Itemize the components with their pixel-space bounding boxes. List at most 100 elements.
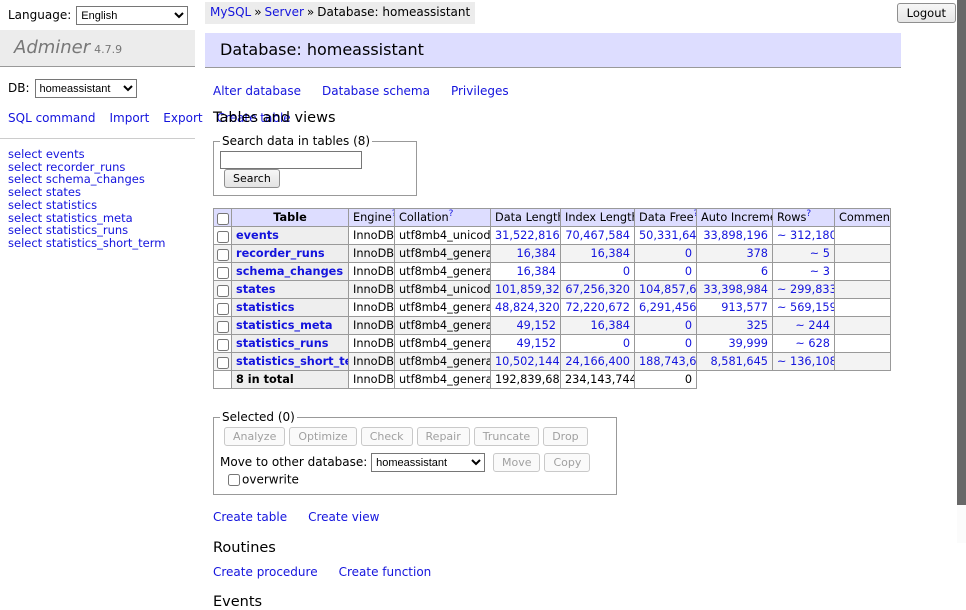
rows-link[interactable]: ~ 312,180 (777, 229, 835, 242)
sidebar-select-statistics-short-term-link[interactable]: select statistics_short_term (8, 237, 187, 250)
data-length-link[interactable]: 31,522,816 (495, 229, 560, 242)
data-length-link[interactable]: 16,384 (516, 247, 556, 260)
copy-button[interactable]: Copy (544, 453, 590, 472)
rows-link[interactable]: ~ 3 (810, 265, 830, 278)
search-fieldset: Search data in tables (8) Search (213, 134, 417, 196)
scrollbar-thumb[interactable] (957, 0, 966, 505)
breadcrumb-current: Database: homeassistant (317, 5, 470, 19)
database-schema-link[interactable]: Database schema (322, 84, 430, 98)
auto-increment-link[interactable]: 39,999 (728, 337, 768, 350)
search-button[interactable]: Search (224, 169, 280, 188)
drop-button[interactable]: Drop (543, 427, 587, 446)
move-db-select[interactable]: homeassistant (371, 453, 485, 472)
data-free-link[interactable]: 0 (685, 337, 692, 350)
data-free-cell: 104,857,600 (635, 281, 697, 299)
data-length-link[interactable]: 10,502,144 (495, 355, 560, 368)
db-select[interactable]: homeassistant (35, 79, 137, 98)
create-procedure-link[interactable]: Create procedure (213, 565, 318, 579)
breadcrumb-mysql-link[interactable]: MySQL (210, 5, 251, 19)
table-row: statistics_short_termInnoDButf8mb4_gener… (214, 353, 891, 371)
data-length-link[interactable]: 49,152 (516, 337, 556, 350)
data-length-link[interactable]: 48,824,320 (495, 301, 560, 314)
sidebar-select-events-link[interactable]: select events (8, 148, 187, 161)
help-icon[interactable]: ? (806, 209, 811, 219)
sidebar-sql-command-link[interactable]: SQL command (8, 111, 95, 125)
data-free-link[interactable]: 0 (685, 265, 692, 278)
truncate-button[interactable]: Truncate (474, 427, 539, 446)
table-name-link[interactable]: statistics_runs (236, 337, 328, 350)
move-button[interactable]: Move (493, 453, 541, 472)
create-view-link[interactable]: Create view (308, 510, 379, 524)
search-input[interactable] (220, 151, 362, 169)
row-checkbox[interactable] (217, 267, 229, 279)
row-checkbox[interactable] (217, 303, 229, 315)
rows-link[interactable]: ~ 628 (795, 337, 830, 350)
rows-link[interactable]: ~ 569,159 (777, 301, 835, 314)
table-name-link[interactable]: recorder_runs (236, 247, 325, 260)
data-free-link[interactable]: 0 (685, 319, 692, 332)
analyze-button[interactable]: Analyze (224, 427, 285, 446)
data-free-link[interactable]: 50,331,648 (639, 229, 697, 242)
sidebar-import-link[interactable]: Import (109, 111, 149, 125)
rows-link[interactable]: ~ 136,108 (777, 355, 835, 368)
data-free-link[interactable]: 6,291,456 (639, 301, 697, 314)
optimize-button[interactable]: Optimize (289, 427, 356, 446)
data-length-cell: 101,859,328 (491, 281, 561, 299)
db-label: DB: (8, 81, 30, 95)
auto-increment-link[interactable]: 378 (746, 247, 768, 260)
table-name-link[interactable]: statistics_meta (236, 319, 333, 332)
row-checkbox[interactable] (217, 339, 229, 351)
index-length-link[interactable]: 24,166,400 (565, 355, 630, 368)
data-free-link[interactable]: 104,857,600 (639, 283, 697, 296)
row-checkbox[interactable] (217, 285, 229, 297)
sidebar-export-link[interactable]: Export (163, 111, 202, 125)
overwrite-checkbox[interactable] (228, 474, 240, 486)
logout-button[interactable]: Logout (897, 3, 956, 23)
index-length-link[interactable]: 16,384 (590, 319, 630, 332)
table-name-link[interactable]: schema_changes (236, 265, 343, 278)
help-icon[interactable]: ? (449, 209, 454, 219)
row-checkbox[interactable] (217, 357, 229, 369)
data-length-link[interactable]: 101,859,328 (495, 283, 561, 296)
language-select[interactable]: English (76, 6, 188, 25)
sidebar-select-statistics-link[interactable]: select statistics (8, 199, 187, 212)
table-name-link[interactable]: events (236, 229, 279, 242)
auto-increment-link[interactable]: 33,398,984 (703, 283, 768, 296)
sidebar-select-states-link[interactable]: select states (8, 186, 187, 199)
auto-increment-link[interactable]: 325 (746, 319, 768, 332)
repair-button[interactable]: Repair (417, 427, 470, 446)
table-name-link[interactable]: statistics_short_term (236, 355, 349, 368)
privileges-link[interactable]: Privileges (451, 84, 509, 98)
auto-increment-link[interactable]: 6 (761, 265, 768, 278)
table-row: statistics_metaInnoDButf8mb4_general_ci4… (214, 317, 891, 335)
index-length-link[interactable]: 70,467,584 (565, 229, 630, 242)
rows-link[interactable]: ~ 244 (795, 319, 830, 332)
row-checkbox[interactable] (217, 321, 229, 333)
index-length-link[interactable]: 16,384 (590, 247, 630, 260)
breadcrumb-server-link[interactable]: Server (265, 5, 304, 19)
data-length-link[interactable]: 49,152 (516, 319, 556, 332)
auto-increment-link[interactable]: 913,577 (721, 301, 768, 314)
row-checkbox[interactable] (217, 249, 229, 261)
data-free-link[interactable]: 0 (685, 247, 692, 260)
index-length-link[interactable]: 0 (623, 265, 630, 278)
create-function-link[interactable]: Create function (339, 565, 432, 579)
auto-increment-link[interactable]: 33,898,196 (703, 229, 768, 242)
check-button[interactable]: Check (361, 427, 413, 446)
table-name-link[interactable]: states (236, 283, 276, 296)
auto-increment-link[interactable]: 8,581,645 (711, 355, 769, 368)
data-free-link[interactable]: 188,743,680 (639, 355, 697, 368)
data-length-link[interactable]: 16,384 (516, 265, 556, 278)
rows-link[interactable]: ~ 299,833 (777, 283, 835, 296)
index-length-link[interactable]: 67,256,320 (565, 283, 630, 296)
create-table-link[interactable]: Create table (213, 510, 287, 524)
row-checkbox[interactable] (217, 231, 229, 243)
rows-link[interactable]: ~ 5 (810, 247, 830, 260)
table-name-link[interactable]: statistics (236, 301, 294, 314)
tables-table: TableEngine?Collation?Data Length?Index … (213, 208, 891, 389)
index-length-link[interactable]: 0 (623, 337, 630, 350)
alter-database-link[interactable]: Alter database (213, 84, 301, 98)
sidebar-actions: SQL commandImportExportCreate table (0, 98, 195, 139)
index-length-link[interactable]: 72,220,672 (565, 301, 630, 314)
select-all-checkbox[interactable] (217, 213, 229, 225)
